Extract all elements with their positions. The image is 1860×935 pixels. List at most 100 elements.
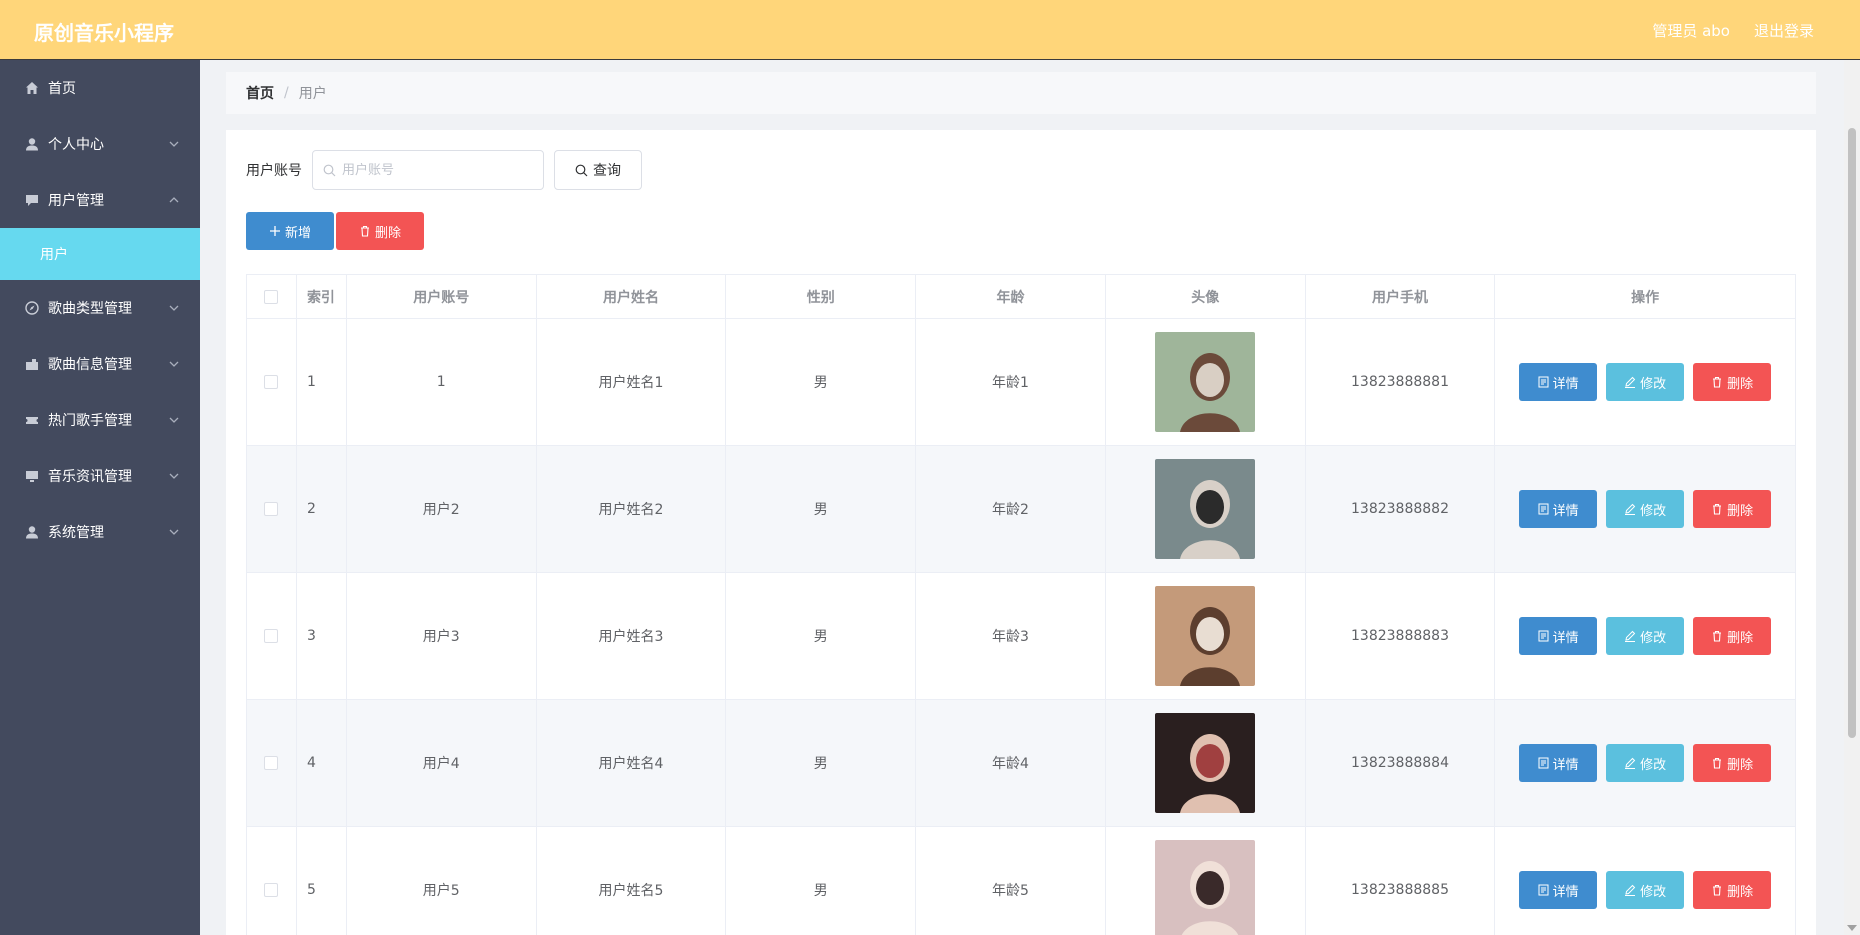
row-checkbox[interactable] <box>264 756 279 770</box>
breadcrumb-home[interactable]: 首页 <box>246 83 274 103</box>
row-select-cell <box>247 319 297 445</box>
detail-button[interactable]: 详情 <box>1519 744 1598 782</box>
edit-button[interactable]: 修改 <box>1606 871 1685 909</box>
trash-icon <box>1713 884 1722 896</box>
table-row: 1 1 用户姓名1 男 年龄1 13823888881 详情 修改 删除 <box>247 319 1795 446</box>
sidebar-item-personal-center[interactable]: 个人中心 <box>0 116 200 172</box>
sidebar-item-user-management[interactable]: 用户管理 <box>0 172 200 228</box>
row-checkbox[interactable] <box>264 629 279 643</box>
compass-icon <box>24 300 40 316</box>
detail-button[interactable]: 详情 <box>1519 871 1598 909</box>
ticket-icon <box>24 412 40 428</box>
document-icon <box>1538 630 1549 642</box>
add-button[interactable]: 新增 <box>246 212 334 250</box>
delete-button-label: 删除 <box>1727 884 1754 900</box>
cell-operations: 详情 修改 删除 <box>1495 827 1795 935</box>
cell-phone: 13823888883 <box>1306 573 1496 699</box>
table-row: 3 用户3 用户姓名3 男 年龄3 13823888883 详情 修改 删除 <box>247 573 1795 700</box>
main-panel: 用户账号 查询 新增 删除 索引 用户账号 用户姓名 性别 年龄 头像 用户手 <box>226 130 1816 935</box>
detail-button[interactable]: 详情 <box>1519 363 1598 401</box>
delete-button[interactable]: 删除 <box>1693 363 1772 401</box>
query-button[interactable]: 查询 <box>554 150 642 190</box>
sidebar-item-label: 热门歌手管理 <box>48 413 132 429</box>
cell-operations: 详情 修改 删除 <box>1495 573 1795 699</box>
delete-button[interactable]: 删除 <box>1693 490 1772 528</box>
row-select-cell <box>247 446 297 572</box>
cell-age: 年龄2 <box>916 446 1106 572</box>
delete-button-label: 删除 <box>1727 757 1754 773</box>
sidebar-item-system[interactable]: 系统管理 <box>0 504 200 560</box>
row-checkbox[interactable] <box>264 883 279 897</box>
batch-delete-button[interactable]: 删除 <box>336 212 424 250</box>
avatar <box>1155 459 1256 559</box>
edit-button-label: 修改 <box>1640 757 1667 773</box>
detail-button-label: 详情 <box>1552 630 1579 646</box>
edit-button[interactable]: 修改 <box>1606 490 1685 528</box>
cell-age: 年龄4 <box>916 700 1106 826</box>
admin-label[interactable]: 管理员 abo <box>1652 20 1730 41</box>
detail-button[interactable]: 详情 <box>1519 490 1598 528</box>
sidebar-item-hot-singer[interactable]: 热门歌手管理 <box>0 392 200 448</box>
edit-button[interactable]: 修改 <box>1606 744 1685 782</box>
avatar <box>1155 713 1256 813</box>
sidebar-subitem-user[interactable]: 用户 <box>0 228 200 280</box>
chevron-up-icon <box>169 197 179 203</box>
search-icon <box>575 164 588 176</box>
logout-link[interactable]: 退出登录 <box>1754 20 1814 41</box>
cell-age: 年龄3 <box>916 573 1106 699</box>
delete-button[interactable]: 删除 <box>1693 871 1772 909</box>
pencil-icon <box>1625 503 1636 515</box>
cell-index: 4 <box>297 700 347 826</box>
chat-icon <box>24 192 40 208</box>
cell-name: 用户姓名5 <box>537 827 727 935</box>
edit-button[interactable]: 修改 <box>1606 617 1685 655</box>
cell-account: 用户2 <box>347 446 537 572</box>
trash-icon <box>1713 630 1722 642</box>
sidebar-item-song-info[interactable]: 歌曲信息管理 <box>0 336 200 392</box>
cell-operations: 详情 修改 删除 <box>1495 446 1795 572</box>
cell-name: 用户姓名3 <box>537 573 727 699</box>
query-button-label: 查询 <box>593 163 621 179</box>
avatar <box>1155 332 1256 432</box>
sidebar: 首页 个人中心 用户管理 用户 歌曲类型管理 歌曲信息管理 热门歌手管理 音乐资… <box>0 60 200 935</box>
row-checkbox[interactable] <box>264 375 279 389</box>
cell-operations: 详情 修改 删除 <box>1495 319 1795 445</box>
row-checkbox[interactable] <box>264 502 279 516</box>
delete-button[interactable]: 删除 <box>1693 617 1772 655</box>
detail-button-label: 详情 <box>1552 503 1579 519</box>
detail-button[interactable]: 详情 <box>1519 617 1598 655</box>
search-icon <box>323 164 336 176</box>
delete-button[interactable]: 删除 <box>1693 744 1772 782</box>
edit-button-label: 修改 <box>1640 503 1667 519</box>
page-scrollbar[interactable] <box>1844 60 1860 935</box>
delete-button-label: 删除 <box>374 225 401 241</box>
sidebar-item-label: 歌曲类型管理 <box>48 301 132 317</box>
header-name: 用户姓名 <box>537 275 727 318</box>
sidebar-item-label: 系统管理 <box>48 525 104 541</box>
sidebar-item-label: 音乐资讯管理 <box>48 469 132 485</box>
cell-account: 用户3 <box>347 573 537 699</box>
header-phone: 用户手机 <box>1306 275 1496 318</box>
breadcrumb-separator: / <box>284 85 289 101</box>
person-icon <box>24 524 40 540</box>
select-all-checkbox[interactable] <box>264 289 279 304</box>
search-input[interactable] <box>342 162 532 178</box>
delete-button-label: 删除 <box>1727 376 1754 392</box>
cell-phone: 13823888884 <box>1306 700 1496 826</box>
scrollbar-thumb[interactable] <box>1848 128 1856 738</box>
sidebar-item-label: 歌曲信息管理 <box>48 357 132 373</box>
avatar <box>1155 586 1256 686</box>
document-icon <box>1538 376 1549 388</box>
plus-icon <box>269 226 280 236</box>
sidebar-item-music-news[interactable]: 音乐资讯管理 <box>0 448 200 504</box>
sidebar-item-song-type[interactable]: 歌曲类型管理 <box>0 280 200 336</box>
search-row: 用户账号 查询 <box>246 150 642 190</box>
sidebar-item-home[interactable]: 首页 <box>0 60 200 116</box>
cell-avatar <box>1106 700 1306 826</box>
table-row: 2 用户2 用户姓名2 男 年龄2 13823888882 详情 修改 删除 <box>247 446 1795 573</box>
cell-account: 用户5 <box>347 827 537 935</box>
cell-avatar <box>1106 573 1306 699</box>
edit-button[interactable]: 修改 <box>1606 363 1685 401</box>
scroll-down-arrow-icon[interactable] <box>1847 925 1857 931</box>
cell-gender: 男 <box>726 573 917 699</box>
